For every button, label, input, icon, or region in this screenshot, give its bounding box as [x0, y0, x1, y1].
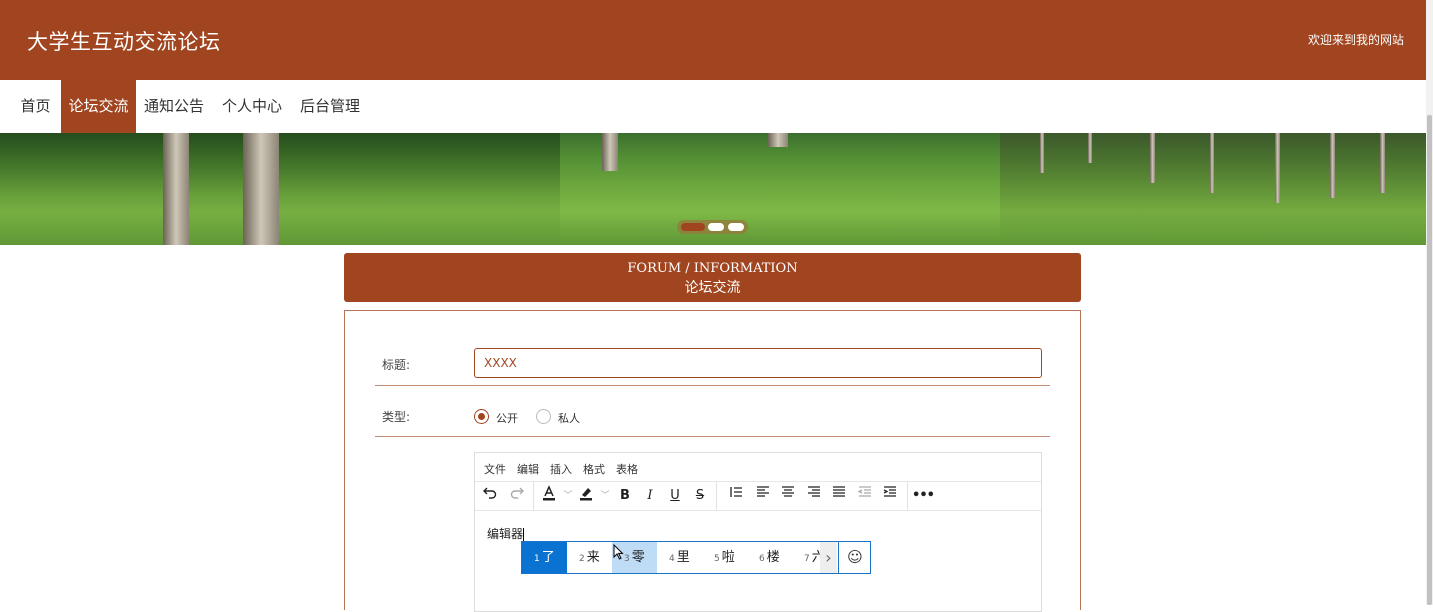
- nav-item-home[interactable]: 首页: [12, 80, 59, 133]
- text-caret: [523, 527, 525, 542]
- tree-trunk: [163, 133, 189, 245]
- site-header: 大学生互动交流论坛 欢迎来到我的网站: [0, 0, 1426, 80]
- nav-item-notices[interactable]: 通知公告: [139, 80, 209, 133]
- section-header: FORUM / INFORMATION 论坛交流: [344, 253, 1081, 302]
- nav-item-forum[interactable]: 论坛交流: [61, 80, 136, 133]
- ime-candidate-4[interactable]: 4里: [657, 542, 702, 573]
- align-center-icon[interactable]: [777, 485, 799, 507]
- editor-content-text: 编辑器: [487, 527, 524, 541]
- ime-candidate-text: 楼: [766, 550, 780, 565]
- toolbar-separator: [716, 482, 717, 511]
- undo-icon[interactable]: [479, 485, 501, 507]
- menu-file[interactable]: 文件: [484, 461, 506, 477]
- page-scrollbar[interactable]: [1426, 0, 1433, 605]
- ime-candidate-num: 5: [714, 554, 720, 564]
- editor-content[interactable]: 编辑器: [487, 525, 525, 542]
- align-justify-icon[interactable]: [828, 485, 850, 507]
- redo-icon[interactable]: [506, 485, 528, 507]
- scrollbar-thumb[interactable]: [1427, 115, 1432, 605]
- ime-candidate-5[interactable]: 5啦: [702, 542, 747, 573]
- section-title-en: FORUM / INFORMATION: [627, 261, 798, 276]
- toolbar-separator: [907, 482, 908, 511]
- menu-format[interactable]: 格式: [583, 461, 605, 477]
- ime-candidate-num: 1: [534, 554, 540, 564]
- ime-candidate-6[interactable]: 6楼: [747, 542, 792, 573]
- ime-candidate-num: 4: [669, 554, 675, 564]
- type-label: 类型:: [382, 410, 411, 424]
- nav-item-profile[interactable]: 个人中心: [217, 80, 287, 133]
- menu-edit[interactable]: 编辑: [517, 461, 539, 477]
- title-input[interactable]: XXXX: [474, 348, 1042, 378]
- radio-public-label[interactable]: 公开: [496, 410, 518, 426]
- bamboo-stalk: [1275, 133, 1280, 203]
- section-title-cn: 论坛交流: [684, 280, 741, 296]
- indent-icon[interactable]: [879, 485, 901, 507]
- ime-candidate-popup: 1了 2来 3零 4里 5啦 6楼 7六 › ☺: [521, 541, 871, 574]
- radio-public[interactable]: [474, 409, 489, 424]
- title-label: 标题:: [382, 358, 411, 372]
- welcome-text: 欢迎来到我的网站: [1307, 33, 1404, 47]
- main-nav: 首页 论坛交流 通知公告 个人中心 后台管理: [0, 80, 1426, 133]
- emoji-icon[interactable]: ☺: [838, 542, 871, 573]
- ime-candidate-text: 六: [811, 550, 820, 565]
- site-title[interactable]: 大学生互动交流论坛: [27, 26, 221, 56]
- carousel-indicator: [677, 220, 748, 234]
- strikethrough-icon[interactable]: S: [689, 485, 711, 507]
- editor-menubar: 文件 编辑 插入 格式 表格: [475, 453, 1041, 482]
- ime-candidate-text: 里: [676, 550, 690, 565]
- ime-candidate-7[interactable]: 7六: [792, 542, 820, 573]
- bamboo-stalk: [1330, 133, 1335, 198]
- chevron-right-icon[interactable]: ›: [820, 542, 837, 573]
- radio-private[interactable]: [536, 409, 551, 424]
- bamboo-stalk: [1150, 133, 1155, 183]
- carousel-dot-3[interactable]: [728, 223, 744, 231]
- ime-candidate-text: 了: [541, 550, 555, 565]
- ime-candidate-num: 6: [759, 554, 765, 564]
- rich-text-editor: 文件 编辑 插入 格式 表格 ﹀ ﹀ B I U S ••• 编辑器: [474, 452, 1042, 612]
- bamboo-stalk: [1380, 133, 1385, 193]
- mouse-pointer-icon: [613, 543, 624, 564]
- align-left-icon[interactable]: [752, 485, 774, 507]
- editor-toolbar: ﹀ ﹀ B I U S •••: [475, 482, 1041, 511]
- ime-candidate-text: 零: [631, 550, 645, 565]
- outdent-icon[interactable]: [854, 485, 876, 507]
- tree-trunk: [243, 133, 279, 245]
- banner-shadow: [0, 133, 560, 245]
- bamboo-stalk: [1088, 133, 1092, 163]
- tree-trunk: [602, 133, 618, 171]
- ime-candidate-num: 3: [624, 554, 630, 564]
- align-right-icon[interactable]: [803, 485, 825, 507]
- radio-private-label[interactable]: 私人: [558, 410, 580, 426]
- menu-insert[interactable]: 插入: [550, 461, 572, 477]
- ime-candidate-num: 2: [579, 554, 585, 564]
- carousel-dot-1[interactable]: [681, 223, 705, 231]
- ime-candidate-num: 7: [804, 554, 810, 564]
- underline-icon[interactable]: U: [664, 485, 686, 507]
- nav-item-admin[interactable]: 后台管理: [295, 80, 365, 133]
- divider: [375, 436, 1050, 437]
- chevron-down-icon[interactable]: ﹀: [594, 485, 616, 507]
- ime-candidate-text: 啦: [721, 550, 735, 565]
- line-height-icon[interactable]: [725, 485, 747, 507]
- bold-icon[interactable]: B: [614, 485, 636, 507]
- tree-trunk: [768, 133, 788, 147]
- bamboo-stalk: [1210, 133, 1214, 193]
- ime-candidate-1[interactable]: 1了: [522, 542, 567, 573]
- divider: [375, 385, 1050, 386]
- ime-candidate-2[interactable]: 2来: [567, 542, 612, 573]
- ime-candidate-text: 来: [586, 550, 600, 565]
- italic-icon[interactable]: I: [639, 485, 661, 507]
- toolbar-separator: [533, 482, 534, 511]
- carousel-dot-2[interactable]: [708, 223, 724, 231]
- menu-table[interactable]: 表格: [616, 461, 638, 477]
- bamboo-stalk: [1040, 133, 1044, 173]
- more-icon[interactable]: •••: [912, 485, 935, 507]
- banner-carousel[interactable]: [0, 133, 1426, 245]
